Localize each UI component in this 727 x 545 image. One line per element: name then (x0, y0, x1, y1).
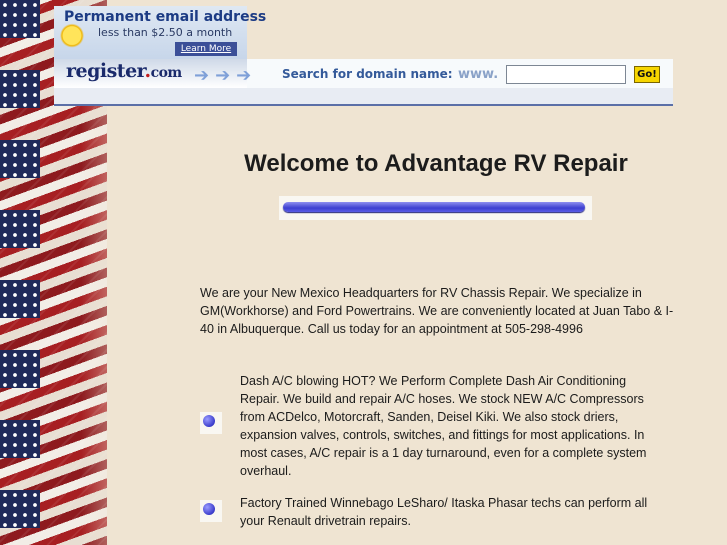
sun-hand-icon (56, 22, 88, 56)
arrow-icon: ➔➔➔ (194, 65, 258, 86)
horizontal-rule (279, 196, 592, 220)
domain-search-bar: register.com ➔➔➔ Search for domain name:… (54, 59, 673, 106)
bullet-icon (200, 500, 222, 522)
flag-canton (0, 140, 40, 178)
ad-subline: less than $2.50 a month (98, 26, 233, 39)
service-item-ac: Dash A/C blowing HOT? We Perform Complet… (240, 374, 647, 478)
bullet-icon (200, 412, 222, 434)
flag-canton (0, 210, 40, 248)
flag-canton (0, 70, 40, 108)
flag-canton (0, 0, 40, 38)
learn-more-link[interactable]: Learn More (175, 42, 237, 56)
www-prefix: www. (458, 67, 499, 82)
flag-canton (0, 280, 40, 318)
register-logo[interactable]: register.com (66, 60, 182, 82)
domain-search-input[interactable] (506, 65, 626, 84)
ad-headline: Permanent email address (64, 9, 267, 25)
search-label: Search for domain name: (282, 67, 453, 81)
flag-canton (0, 490, 40, 528)
intro-paragraph: We are your New Mexico Headquarters for … (200, 286, 674, 336)
page-title: Welcome to Advantage RV Repair (244, 150, 628, 177)
go-button[interactable]: Go! (634, 66, 660, 83)
flag-canton (0, 350, 40, 388)
email-ad-banner[interactable]: Permanent email address less than $2.50 … (54, 6, 266, 59)
service-item-renault: Factory Trained Winnebago LeSharo/ Itask… (240, 496, 648, 528)
flag-canton (0, 420, 40, 458)
